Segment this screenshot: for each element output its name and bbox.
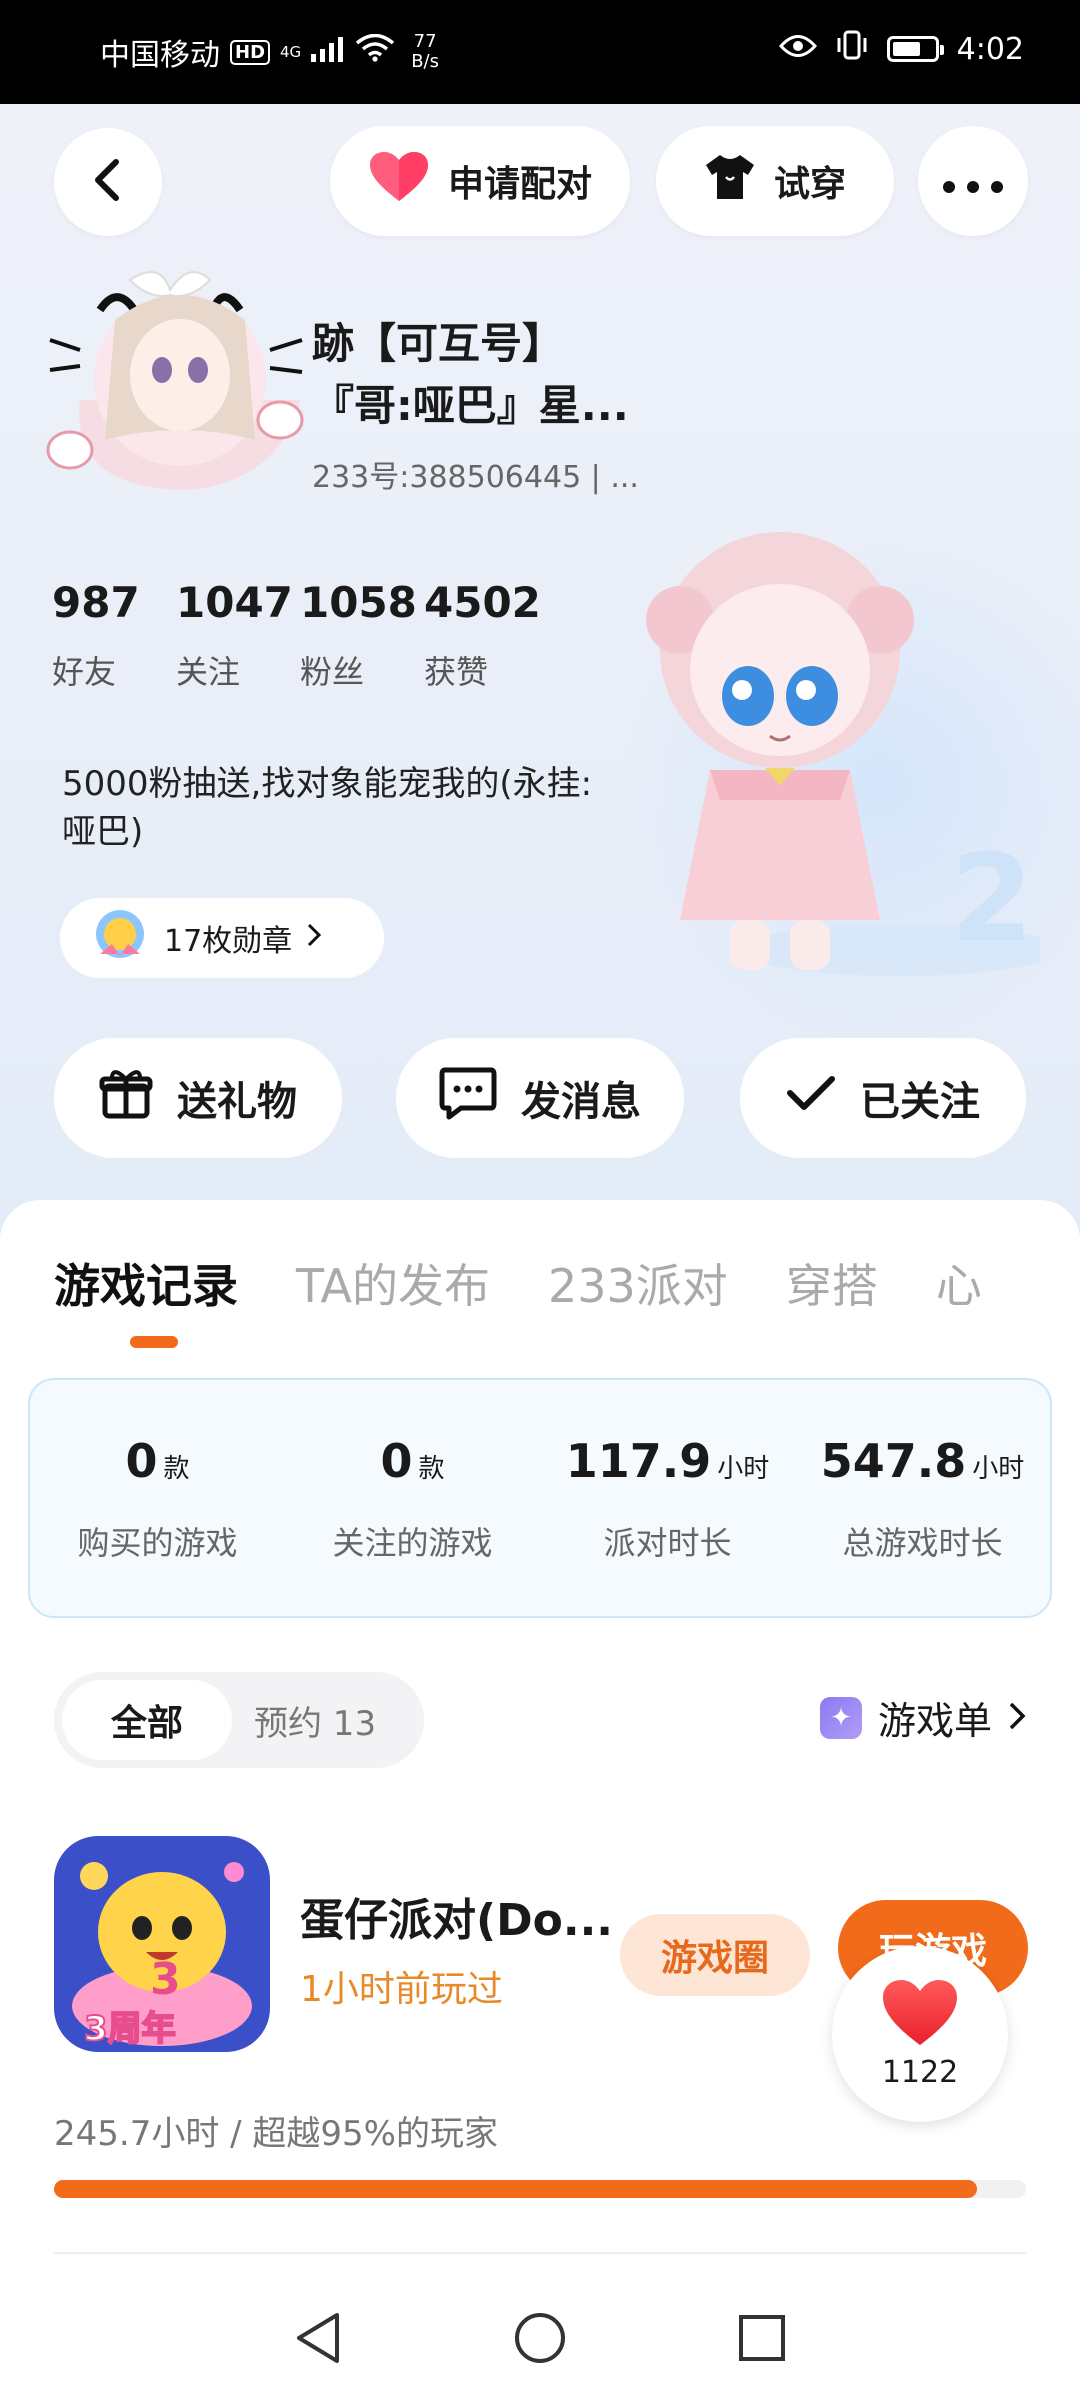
svg-text:3: 3	[150, 1954, 181, 2005]
more-options-button[interactable]	[918, 126, 1028, 236]
game-list-link[interactable]: ✦ 游戏单	[819, 1690, 1026, 1745]
game-progress-fill	[54, 2180, 978, 2198]
profile-uid[interactable]: 233号:388506445 | ...	[312, 452, 639, 496]
game-filter: 全部 预约 13	[54, 1672, 424, 1768]
like-count: 1122	[881, 2054, 959, 2090]
carrier-label: 中国移动	[100, 38, 220, 73]
medal-button[interactable]: 17枚勋章	[60, 898, 384, 978]
send-gift-button[interactable]: 送礼物	[54, 1038, 342, 1158]
nav-back-icon[interactable]	[293, 2311, 343, 2369]
net-speed: 77 B/s	[411, 31, 439, 72]
filter-reserved[interactable]: 预约 13	[254, 1696, 376, 1745]
apply-match-label: 申请配对	[447, 164, 592, 205]
chevron-left-icon	[88, 158, 128, 206]
followed-label: 已关注	[860, 1079, 980, 1125]
check-icon	[786, 1073, 836, 1123]
like-float-button[interactable]: 1122	[832, 1946, 1008, 2122]
profile-name-line1: 跡【可互号】	[312, 319, 565, 368]
filter-all[interactable]: 全部	[62, 1680, 232, 1760]
game-icon[interactable]: 3 3周年	[54, 1836, 270, 2052]
clock: 4:02	[956, 31, 1024, 67]
game-title[interactable]: 蛋仔派对(Do...	[300, 1884, 613, 1948]
heart-icon	[368, 151, 430, 212]
svg-text:233: 233	[950, 830, 1040, 969]
game-circle-button[interactable]: 游戏圈	[620, 1914, 810, 1996]
tab-outfits[interactable]: 穿搭	[786, 1250, 878, 1316]
send-gift-label: 送礼物	[177, 1079, 297, 1125]
system-nav-bar	[0, 2280, 1080, 2400]
sparkle-icon: ✦	[819, 1696, 862, 1739]
game-list-label: 游戏单	[877, 1699, 992, 1743]
try-on-button[interactable]: 试穿	[656, 126, 894, 236]
send-message-button[interactable]: 发消息	[396, 1038, 684, 1158]
chevron-right-icon	[1008, 1696, 1026, 1740]
avatar-character[interactable]: 233	[640, 500, 1080, 1000]
profile-tabs: 游戏记录 TA的发布 233派对 穿搭 心	[54, 1250, 982, 1316]
network-type: 4G	[280, 43, 302, 61]
stat-following[interactable]: 1047 关注	[176, 578, 300, 693]
more-dots-icon	[942, 158, 1004, 204]
profile-stats: 987 好友 1047 关注 1058 粉丝 4502 获赞	[52, 578, 548, 693]
stat-likes[interactable]: 4502 获赞	[424, 578, 548, 693]
stat-fans[interactable]: 1058 粉丝	[300, 578, 424, 693]
summary-purchased: 0款 购买的游戏	[77, 1434, 238, 1562]
apply-match-button[interactable]: 申请配对	[330, 126, 630, 236]
tab-233-party[interactable]: 233派对	[548, 1250, 728, 1316]
tab-indicator	[130, 1336, 178, 1348]
tab-more[interactable]: 心	[936, 1250, 982, 1316]
gift-icon	[99, 1066, 153, 1130]
summary-party-time: 117.9 小时 派对时长	[565, 1434, 770, 1562]
game-progress	[54, 2180, 1026, 2198]
wifi-icon	[355, 33, 395, 70]
send-message-label: 发消息	[521, 1079, 641, 1125]
divider	[54, 2252, 1026, 2254]
game-last-played: 1小时前玩过	[300, 1969, 503, 2010]
nav-home-icon[interactable]	[513, 2311, 567, 2369]
chat-icon	[439, 1066, 497, 1130]
battery-icon	[886, 36, 944, 62]
signal-icon	[311, 35, 345, 70]
tab-posts[interactable]: TA的发布	[296, 1250, 490, 1316]
tab-game-record[interactable]: 游戏记录	[54, 1250, 238, 1316]
chevron-right-icon	[306, 921, 322, 956]
medal-icon	[90, 904, 150, 972]
try-on-label: 试穿	[773, 164, 846, 205]
shirt-icon	[704, 153, 756, 210]
avatar[interactable]	[40, 250, 310, 500]
content-card: 游戏记录 TA的发布 233派对 穿搭 心 0款 购买的游戏 0款 关注的游戏 …	[0, 1200, 1080, 2280]
medal-label: 17枚勋章	[164, 924, 293, 959]
nav-recents-icon[interactable]	[737, 2313, 787, 2367]
summary-followed-games: 0款 关注的游戏	[332, 1434, 493, 1562]
followed-button[interactable]: 已关注	[740, 1038, 1026, 1158]
game-hours: 245.7小时 / 超越95%的玩家	[54, 2114, 498, 2154]
eye-icon	[778, 32, 817, 67]
vibrate-icon	[835, 30, 869, 68]
summary-total-time: 547.8 小时 总游戏时长	[820, 1434, 1025, 1562]
stat-friends[interactable]: 987 好友	[52, 578, 176, 693]
profile-bio: 5000粉抽送,找对象能宠我的(永挂:哑巴)	[62, 764, 593, 852]
heart-icon	[881, 1979, 959, 2051]
game-summary: 0款 购买的游戏 0款 关注的游戏 117.9 小时 派对时长 547.8 小时 总…	[28, 1378, 1052, 1618]
status-bar: 中国移动 HD 4G 77 B/s 4:02	[0, 0, 1080, 104]
back-button[interactable]	[54, 128, 162, 236]
hd-icon: HD	[230, 39, 271, 65]
game-badge: 3周年	[84, 2009, 176, 2049]
profile-name-line2: 『哥:哑巴』星...	[312, 381, 629, 430]
